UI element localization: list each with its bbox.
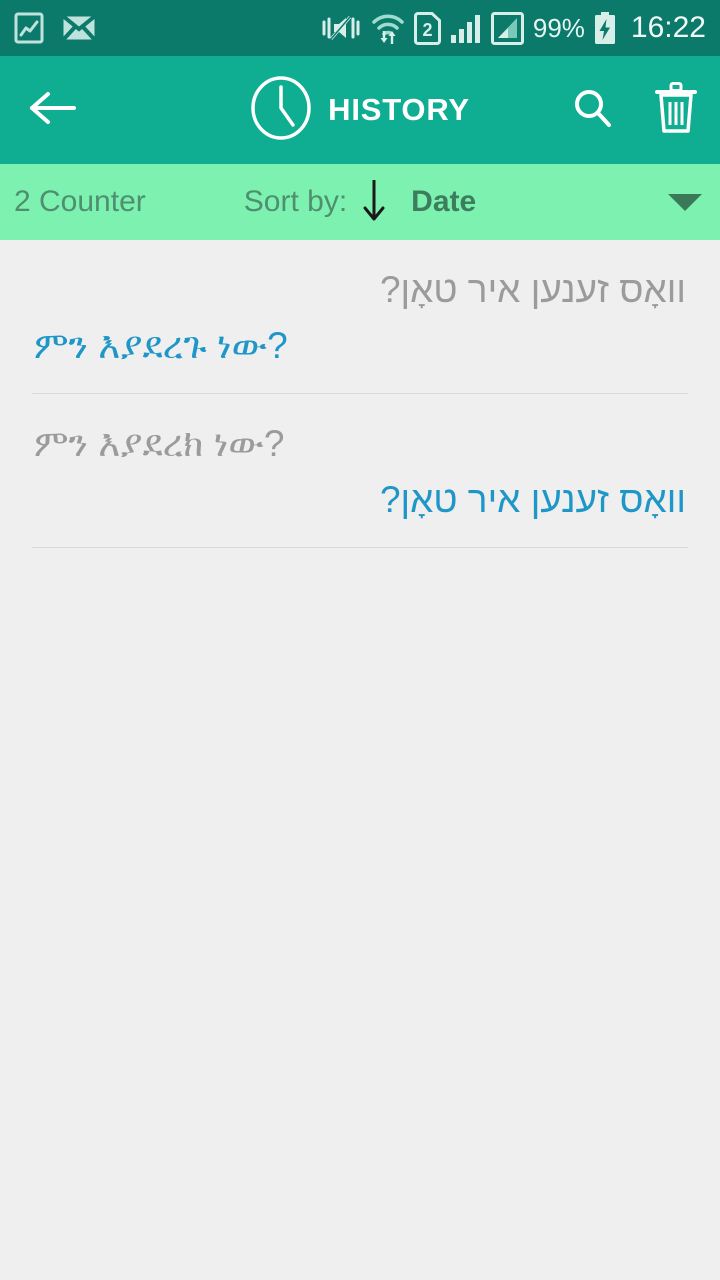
caret-down-icon[interactable] bbox=[668, 193, 702, 211]
history-list: וואָס זענען איר טאָן? ምን እያደረጉ ነው? ምን እያ… bbox=[0, 240, 720, 548]
list-item[interactable]: ምን እያደረክ ነው? וואָס זענען איר טאָן? bbox=[0, 394, 720, 548]
signal-strength-icon bbox=[490, 11, 524, 45]
sort-by-value: Date bbox=[411, 185, 477, 218]
history-target-text: וואָס זענען איר טאָן? bbox=[379, 478, 686, 520]
status-bar-right-icons: 2 99% 16:22 bbox=[320, 11, 706, 45]
wifi-transfer-icon bbox=[371, 11, 405, 45]
sort-bar: 2 Counter Sort by: Date bbox=[0, 164, 720, 240]
screenshot-icon bbox=[14, 12, 44, 44]
list-divider bbox=[32, 547, 688, 548]
search-button[interactable] bbox=[570, 86, 614, 135]
status-bar-left-icons bbox=[14, 12, 96, 44]
svg-text:2: 2 bbox=[422, 20, 432, 40]
history-source-text: ምን እያደረክ ነው? bbox=[34, 423, 285, 464]
status-bar-clock: 16:22 bbox=[630, 11, 706, 44]
app-bar: HISTORY bbox=[0, 56, 720, 164]
history-source-text: וואָס זענען איר טאָן? bbox=[379, 269, 686, 310]
clock-icon bbox=[250, 75, 312, 146]
vibrate-mute-icon bbox=[320, 12, 362, 44]
signal-bars-icon bbox=[450, 12, 482, 44]
sort-by-label: Sort by: bbox=[243, 185, 348, 218]
battery-charging-icon bbox=[594, 11, 616, 45]
history-counter: 2 Counter bbox=[14, 185, 146, 218]
page-title: HISTORY bbox=[328, 92, 470, 127]
email-icon bbox=[62, 15, 96, 41]
back-button[interactable] bbox=[22, 79, 84, 141]
app-bar-actions bbox=[570, 81, 698, 139]
arrow-down-icon bbox=[361, 177, 387, 228]
trash-icon bbox=[654, 81, 698, 139]
sim2-icon: 2 bbox=[413, 11, 441, 45]
status-bar: 2 99% 16:22 bbox=[0, 0, 720, 56]
list-item[interactable]: וואָס זענען איר טאָן? ምን እያደረጉ ነው? bbox=[0, 240, 720, 394]
battery-percent: 99% bbox=[532, 13, 585, 43]
arrow-left-icon bbox=[28, 90, 78, 131]
delete-all-button[interactable] bbox=[654, 81, 698, 139]
history-target-text: ምን እያደረጉ ነው? bbox=[34, 324, 288, 366]
search-icon bbox=[570, 86, 614, 135]
